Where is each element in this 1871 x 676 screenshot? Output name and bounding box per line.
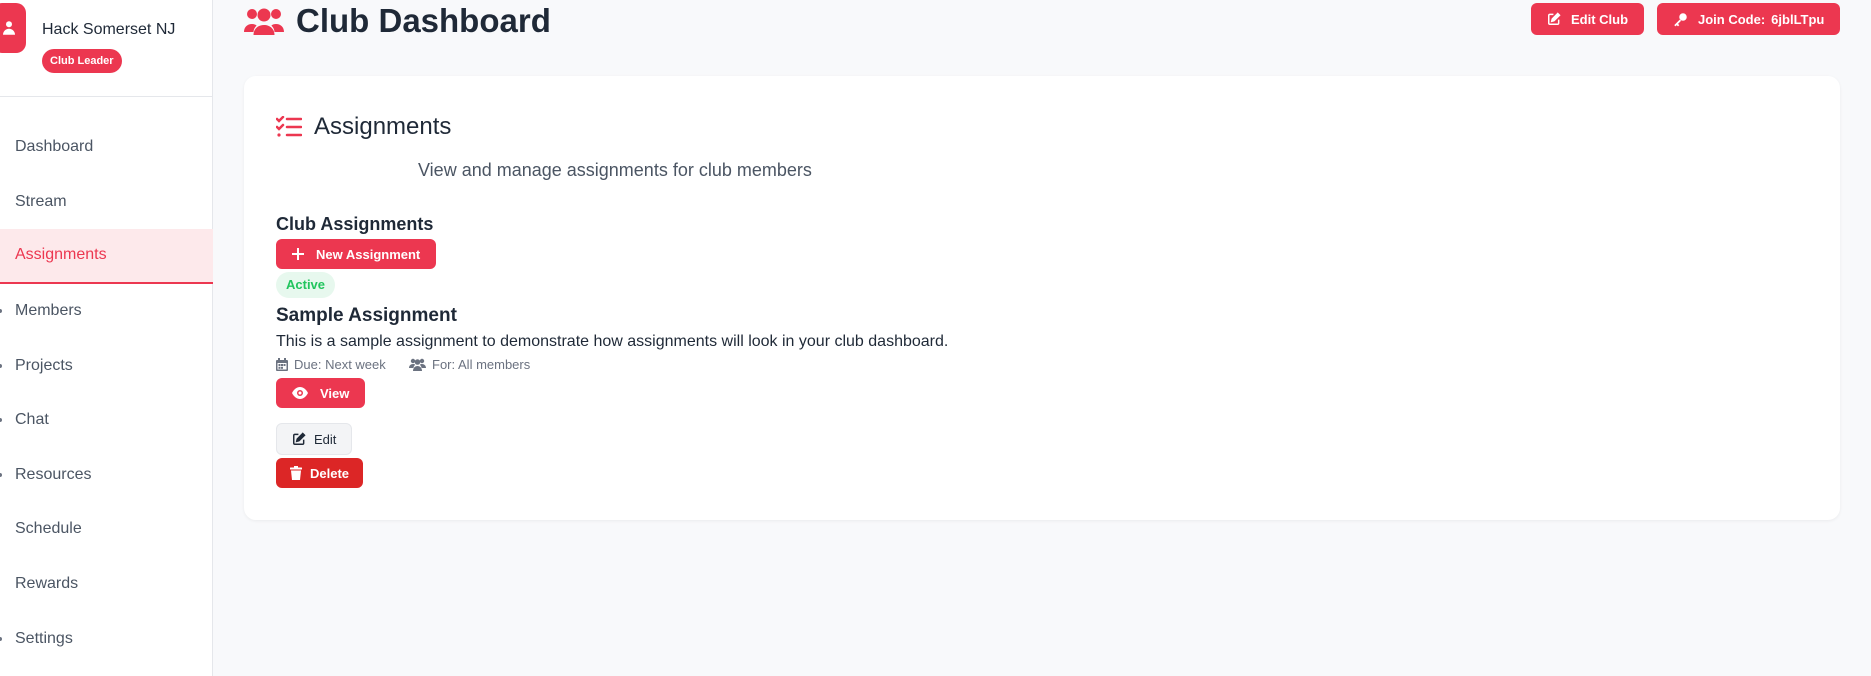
sidebar-item-dashboard[interactable]: Dashboard: [0, 120, 213, 175]
users-icon: [409, 358, 426, 371]
sidebar-item-settings[interactable]: Settings: [0, 611, 213, 666]
assignments-card: Assignments View and manage assignments …: [244, 76, 1840, 520]
edit-club-label: Edit Club: [1571, 11, 1629, 27]
section-description: View and manage assignments for club mem…: [418, 160, 812, 180]
club-name: Hack Somerset NJ: [42, 21, 176, 38]
due-date: Due: Next week: [276, 357, 386, 372]
sidebar-item-label: Chat: [15, 411, 49, 429]
edit-icon: [1547, 12, 1561, 26]
nav-dot-icon: [0, 472, 2, 477]
page-heading: Club Dashboard: [296, 2, 551, 39]
sidebar-item-label: Stream: [15, 192, 67, 210]
tasks-icon: [276, 116, 302, 138]
sidebar-item-projects[interactable]: Projects: [0, 338, 213, 393]
new-assignment-label: New Assignment: [316, 246, 421, 262]
role-badge: Club Leader: [42, 49, 122, 73]
club-avatar: [0, 3, 26, 53]
sidebar-item-assignments[interactable]: Assignments: [0, 229, 213, 284]
view-label: View: [320, 385, 350, 401]
users-icon: [0, 19, 18, 37]
sidebar-item-stream[interactable]: Stream: [0, 175, 213, 230]
page-title: Club Dashboard: [244, 2, 551, 40]
sidebar-nav: Dashboard Stream Assignments Members Project…: [0, 120, 213, 666]
club-assignments-heading: Club Assignments: [276, 214, 434, 234]
view-button[interactable]: View: [276, 378, 366, 408]
club-header: Hack Somerset NJ Club Leader: [0, 0, 213, 97]
sidebar-item-label: Members: [15, 302, 82, 320]
eye-icon: [292, 387, 308, 399]
join-code-value: 6jblLTpu: [1771, 11, 1825, 27]
audience-text: For: All members: [432, 357, 531, 372]
edit-label: Edit: [314, 431, 337, 447]
sidebar-item-schedule[interactable]: Schedule: [0, 502, 213, 557]
sidebar-item-members[interactable]: Members: [0, 284, 213, 339]
edit-button[interactable]: Edit: [276, 423, 353, 455]
trash-icon: [290, 466, 302, 480]
sidebar-item-label: Projects: [15, 356, 73, 374]
assignment-title: Sample Assignment: [276, 305, 457, 326]
sidebar: Hack Somerset NJ Club Leader Dashboard St…: [0, 0, 213, 676]
users-icon: [244, 6, 284, 36]
calendar-icon: [276, 358, 288, 371]
sidebar-item-label: Schedule: [15, 520, 82, 538]
audience: For: All members: [409, 357, 530, 372]
join-code-button[interactable]: Join Code: 6jblLTpu: [1657, 3, 1841, 35]
sidebar-item-resources[interactable]: Resources: [0, 448, 213, 503]
new-assignment-button[interactable]: New Assignment: [276, 239, 437, 269]
sidebar-item-rewards[interactable]: Rewards: [0, 557, 213, 612]
join-code-label: Join Code:: [1698, 11, 1766, 27]
sidebar-item-chat[interactable]: Chat: [0, 393, 213, 448]
nav-dot-icon: [0, 636, 2, 641]
sidebar-item-label: Assignments: [15, 246, 107, 264]
nav-dot-icon: [0, 363, 2, 368]
key-icon: [1673, 12, 1688, 27]
delete-label: Delete: [310, 465, 350, 481]
assignment-description: This is a sample assignment to demonstra…: [276, 333, 949, 350]
section-title: Assignments: [276, 113, 451, 141]
due-text: Due: Next week: [294, 357, 386, 372]
edit-icon: [292, 432, 306, 446]
edit-club-button[interactable]: Edit Club: [1531, 3, 1645, 35]
sidebar-item-label: Rewards: [15, 575, 79, 593]
delete-button[interactable]: Delete: [276, 458, 364, 488]
section-heading: Assignments: [314, 113, 452, 140]
sidebar-item-label: Resources: [15, 465, 92, 483]
sidebar-item-label: Settings: [15, 629, 73, 647]
plus-icon: [292, 248, 304, 260]
status-badge: Active: [276, 272, 336, 298]
nav-dot-icon: [0, 418, 2, 423]
nav-dot-icon: [0, 309, 2, 314]
sidebar-item-label: Dashboard: [15, 138, 94, 156]
